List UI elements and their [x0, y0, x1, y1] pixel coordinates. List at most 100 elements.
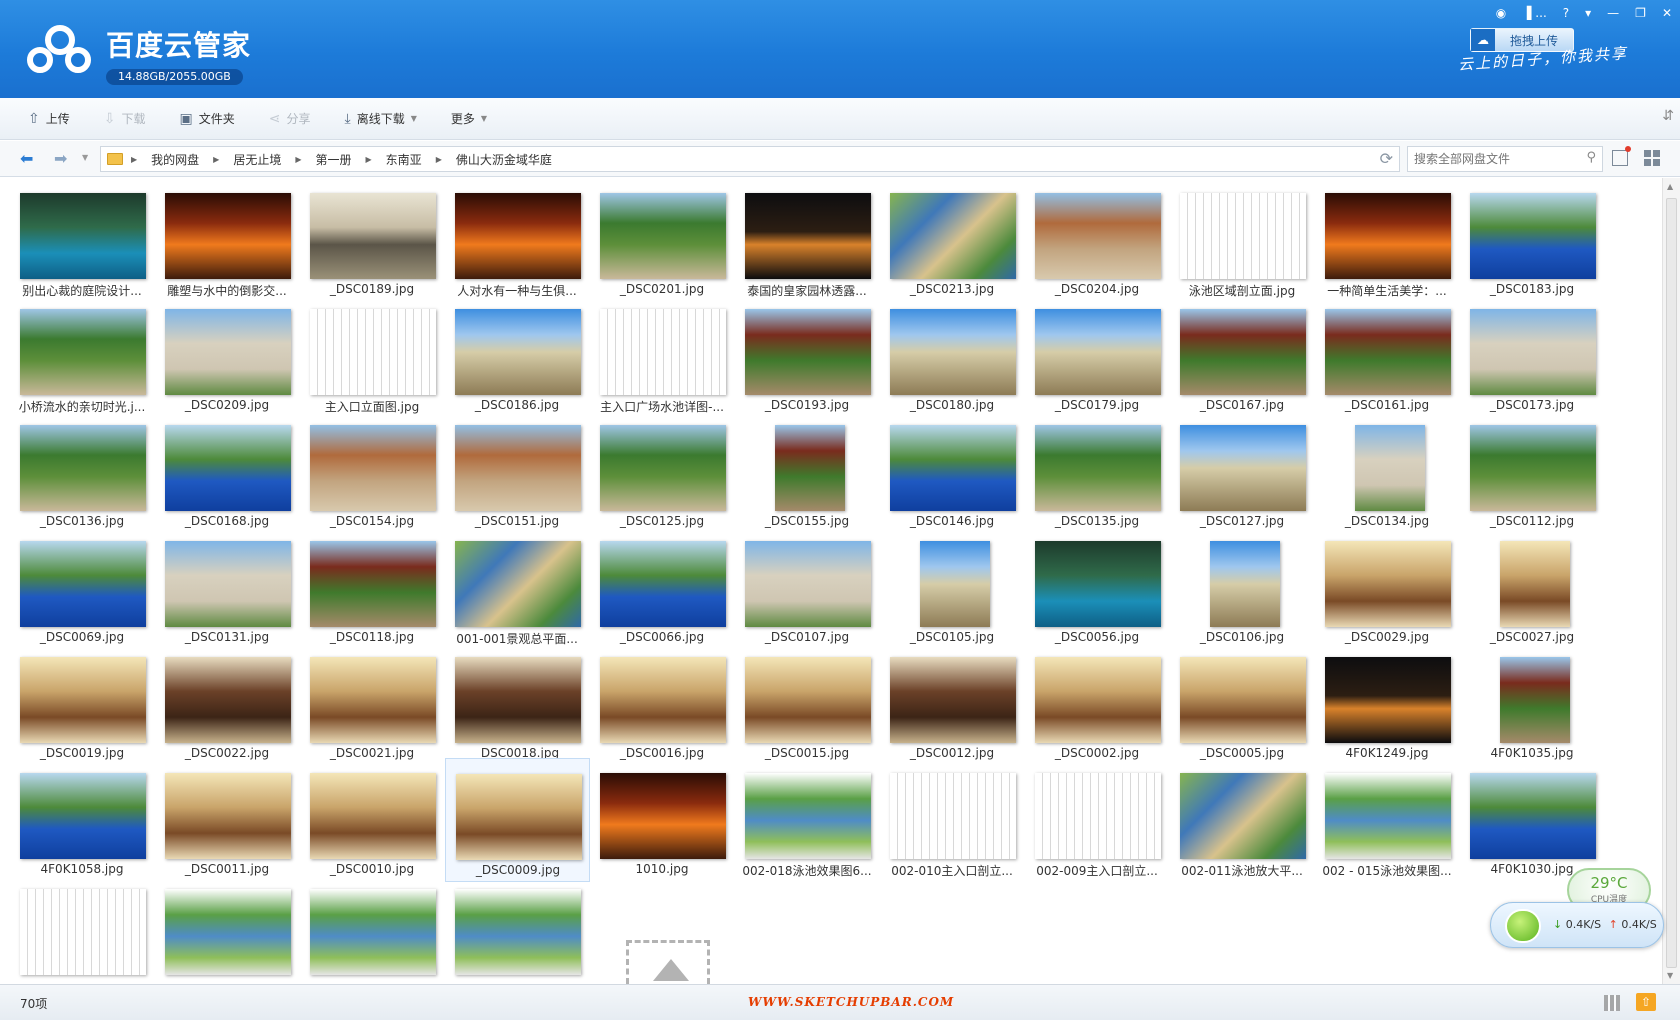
file-item[interactable]: _DSC0029.jpg [1305, 526, 1451, 650]
file-thumbnail[interactable] [455, 309, 581, 395]
file-thumbnail[interactable] [1325, 657, 1451, 743]
breadcrumb-item-current[interactable]: 佛山大沥金域华庭 [456, 151, 552, 168]
forward-arrow-icon[interactable]: ➡ [54, 149, 67, 168]
file-thumbnail[interactable] [456, 774, 582, 860]
file-thumbnail[interactable] [165, 889, 291, 975]
file-item[interactable]: _DSC0021.jpg [290, 642, 436, 766]
file-item[interactable]: _DSC0005.jpg [1160, 642, 1306, 766]
file-thumbnail[interactable] [600, 309, 726, 395]
accelerator-ball-icon[interactable] [1505, 909, 1541, 943]
file-item[interactable]: 4F0K1030.jpg [1450, 758, 1596, 882]
file-thumbnail[interactable] [20, 425, 146, 511]
share-button[interactable]: ⋖ 分享 [259, 105, 321, 133]
breadcrumb-item[interactable]: 第一册 ▶ [316, 151, 386, 168]
file-thumbnail[interactable] [1035, 309, 1161, 395]
file-thumbnail[interactable] [1500, 541, 1570, 627]
file-thumbnail[interactable] [1035, 657, 1161, 743]
breadcrumb-item[interactable]: 居无止境 ▶ [233, 151, 315, 168]
file-item[interactable]: 002-010主入口剖立... [870, 758, 1016, 882]
file-item[interactable]: _DSC0146.jpg [870, 410, 1016, 534]
file-thumbnail[interactable] [890, 193, 1016, 279]
file-thumbnail[interactable] [1355, 425, 1425, 511]
file-item[interactable]: _DSC0012.jpg [870, 642, 1016, 766]
file-thumbnail[interactable] [20, 193, 146, 279]
file-item[interactable]: _DSC0131.jpg [145, 526, 291, 650]
search-icon[interactable]: ⚲ [1586, 150, 1596, 165]
file-item[interactable]: _DSC0213.jpg [870, 178, 1016, 302]
file-thumbnail[interactable] [165, 541, 291, 627]
file-thumbnail[interactable] [20, 773, 146, 859]
file-thumbnail[interactable] [455, 657, 581, 743]
file-thumbnail[interactable] [745, 657, 871, 743]
file-thumbnail[interactable] [1470, 773, 1596, 859]
speed-widget[interactable]: ↓ 0.4K/S ↑ 0.4K/S [1490, 902, 1664, 948]
close-button[interactable]: ✕ [1662, 1, 1672, 25]
file-thumbnail[interactable] [455, 889, 581, 975]
file-thumbnail[interactable] [600, 657, 726, 743]
file-item[interactable]: _DSC0016.jpg [580, 642, 726, 766]
search-box[interactable]: ⚲ [1407, 146, 1603, 172]
file-thumbnail[interactable] [455, 193, 581, 279]
file-item[interactable]: _DSC0018.jpg [435, 642, 581, 766]
file-thumbnail[interactable] [1210, 541, 1280, 627]
upload-placeholder-icon[interactable] [626, 940, 710, 984]
file-thumbnail[interactable] [1500, 657, 1570, 743]
file-item[interactable]: 002-011泳池放大平... [1160, 758, 1306, 882]
file-item[interactable] [145, 874, 291, 984]
file-item[interactable]: _DSC0056.jpg [1015, 526, 1161, 650]
file-thumbnail[interactable] [310, 773, 436, 859]
more-button[interactable]: 更多 ▼ [441, 105, 497, 133]
file-item[interactable]: _DSC0179.jpg [1015, 294, 1161, 418]
file-item[interactable]: 002 - 015泳池效果图... [1305, 758, 1452, 882]
help-button[interactable]: ? [1563, 1, 1569, 25]
file-item[interactable]: _DSC0167.jpg [1160, 294, 1306, 418]
file-thumbnail[interactable] [745, 309, 871, 395]
file-item[interactable]: 主入口广场水池详图-... [580, 294, 726, 418]
file-item[interactable]: _DSC0193.jpg [725, 294, 871, 418]
file-item[interactable]: _DSC0112.jpg [1450, 410, 1596, 534]
file-item[interactable]: 别出心裁的庭院设计... [0, 178, 146, 302]
file-thumbnail[interactable] [890, 773, 1016, 859]
file-item[interactable]: _DSC0010.jpg [290, 758, 436, 882]
file-item[interactable]: 主入口立面图.jpg [290, 294, 436, 418]
file-item[interactable]: 001-001景观总平面... [435, 526, 581, 650]
file-thumbnail[interactable] [20, 657, 146, 743]
file-thumbnail[interactable] [310, 193, 436, 279]
file-item[interactable]: 泳池区域剖立面.jpg [1160, 178, 1306, 302]
file-item[interactable]: _DSC0125.jpg [580, 410, 726, 534]
file-item[interactable]: _DSC0002.jpg [1015, 642, 1161, 766]
file-thumbnail[interactable] [165, 309, 291, 395]
file-item[interactable]: _DSC0107.jpg [725, 526, 871, 650]
file-item[interactable]: _DSC0151.jpg [435, 410, 581, 534]
file-item[interactable] [290, 874, 436, 984]
file-item[interactable]: _DSC0027.jpg [1450, 526, 1595, 650]
file-thumbnail[interactable] [165, 425, 291, 511]
vertical-scrollbar[interactable]: ▲ ▼ [1662, 178, 1680, 984]
file-item[interactable]: _DSC0168.jpg [145, 410, 291, 534]
thumbnail-grid-icon[interactable] [1604, 995, 1620, 1011]
file-item[interactable]: _DSC0066.jpg [580, 526, 726, 650]
breadcrumb-item[interactable]: 东南亚 ▶ [386, 151, 456, 168]
file-thumbnail[interactable] [890, 425, 1016, 511]
file-thumbnail[interactable] [600, 541, 726, 627]
breadcrumb-item[interactable]: 我的网盘 ▶ [151, 151, 233, 168]
scroll-down-icon[interactable]: ▼ [1667, 971, 1673, 980]
file-item[interactable]: _DSC0022.jpg [145, 642, 291, 766]
file-item[interactable]: _DSC0204.jpg [1015, 178, 1161, 302]
file-item[interactable]: _DSC0127.jpg [1160, 410, 1306, 534]
file-thumbnail[interactable] [600, 193, 726, 279]
file-item[interactable]: _DSC0154.jpg [290, 410, 436, 534]
file-item[interactable]: 雕塑与水中的倒影交... [145, 178, 291, 302]
file-item[interactable] [0, 874, 146, 984]
file-thumbnail[interactable] [1180, 425, 1306, 511]
file-thumbnail[interactable] [1180, 773, 1306, 859]
file-item[interactable]: _DSC0105.jpg [870, 526, 1015, 650]
file-item[interactable]: _DSC0106.jpg [1160, 526, 1305, 650]
file-thumbnail[interactable] [310, 541, 436, 627]
file-item[interactable]: _DSC0134.jpg [1305, 410, 1450, 534]
menu-button[interactable]: ▾ [1585, 1, 1591, 25]
file-item[interactable]: _DSC0015.jpg [725, 642, 871, 766]
upload-queue-icon[interactable]: ⇧ [1636, 993, 1656, 1011]
file-thumbnail[interactable] [1325, 193, 1451, 279]
file-thumbnail[interactable] [310, 657, 436, 743]
